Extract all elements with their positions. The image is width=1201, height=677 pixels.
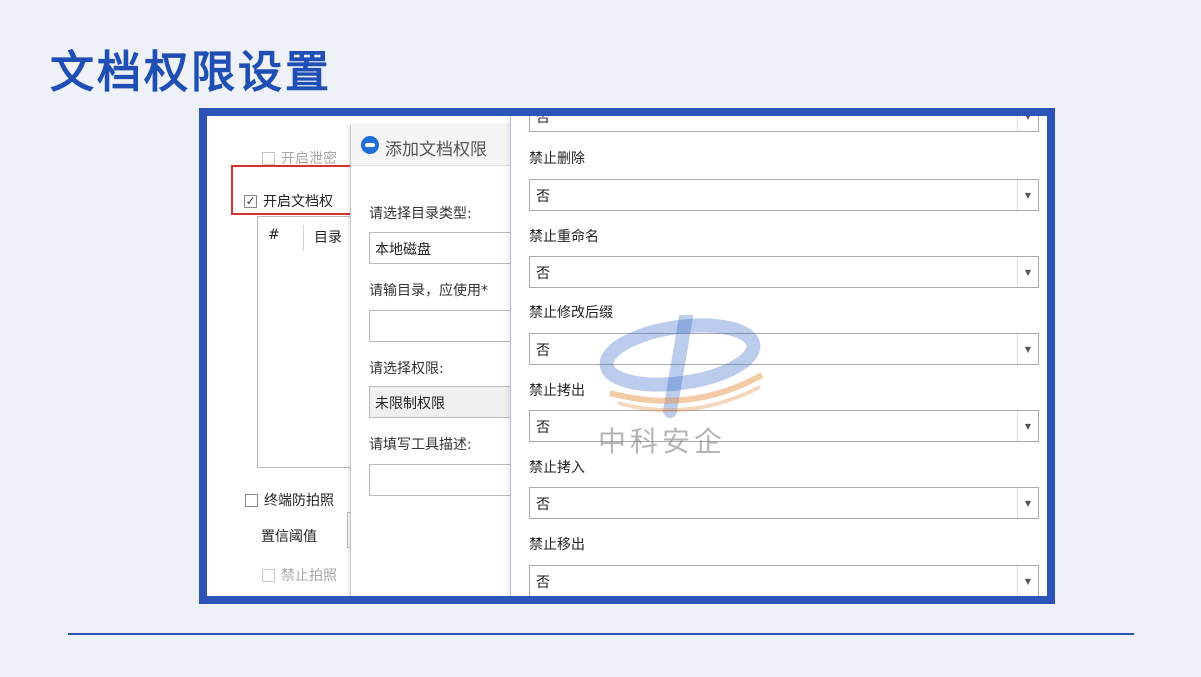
threshold-label: 置信阈值 [261,529,317,545]
forbid-ext-change-select[interactable]: 否 ▼ [529,333,1039,365]
top-select[interactable]: 否 ▼ [529,116,1039,132]
dir-type-select[interactable]: 本地磁盘 [369,232,529,264]
dir-type-label: 请选择目录类型: [369,206,472,222]
dialog-titlebar: 添加文档权限 [351,125,521,166]
forbid-copy-out-label: 禁止拷出 [529,383,585,399]
tool-desc-field[interactable] [369,464,529,496]
highlight-box [231,165,363,215]
tool-desc-label: 请填写工具描述: [369,437,472,453]
forbid-photo-row[interactable]: 禁止拍照 [262,565,337,585]
app-logo-icon [361,136,379,154]
column-header-index: # [268,227,280,243]
forbid-rename-value: 否 [536,266,550,282]
anti-photo-checkbox[interactable] [245,493,258,507]
dialog-title: 添加文档权限 [385,140,487,160]
forbid-delete-label: 禁止删除 [529,151,585,167]
forbid-move-out-select[interactable]: 否 ▼ [529,565,1039,596]
forbid-copy-in-label: 禁止拷入 [529,460,585,476]
slide-title: 文档权限设置 [50,47,332,98]
forbid-copy-out-select[interactable]: 否 ▼ [529,410,1039,442]
forbid-rename-select[interactable]: 否 ▼ [529,256,1039,288]
forbid-move-out-value: 否 [536,575,550,591]
chevron-down-icon[interactable]: ▼ [1017,116,1038,131]
column-divider [303,225,304,251]
top-select-value: 否 [536,116,550,126]
anti-photo-row[interactable]: 终端防拍照 [245,490,334,510]
permission-select[interactable]: 未限制权限 [369,386,529,418]
forbid-photo-checkbox[interactable] [262,568,275,582]
forbid-move-out-label: 禁止移出 [529,537,585,553]
permission-options-panel: 否 ▼ 禁止删除 否 ▼ 禁止重命名 否 ▼ 禁止修改后缀 否 ▼ 禁止拷出 否… [510,116,1047,596]
forbid-delete-value: 否 [536,189,550,205]
chevron-down-icon[interactable]: ▼ [1017,566,1038,596]
forbid-ext-change-label: 禁止修改后缀 [529,305,613,321]
screenshot-content: 开启泄密 ✓ 开启文档权 # 目录 终端防拍照 置信阈值 禁止拍照 添加文档权限… [207,116,1047,596]
chevron-down-icon[interactable]: ▼ [1017,334,1038,364]
forbid-rename-label: 禁止重命名 [529,229,599,245]
forbid-copy-out-value: 否 [536,420,550,436]
dir-input-label: 请输目录，应使用* [369,283,488,299]
column-header-directory: 目录 [314,230,342,246]
dir-input-field[interactable] [369,310,529,342]
chevron-down-icon[interactable]: ▼ [1017,180,1038,210]
screenshot-frame: 开启泄密 ✓ 开启文档权 # 目录 终端防拍照 置信阈值 禁止拍照 添加文档权限… [199,108,1055,604]
chevron-down-icon[interactable]: ▼ [1017,411,1038,441]
leak-prevention-checkbox[interactable] [262,151,275,165]
permission-label: 请选择权限: [369,361,444,377]
forbid-photo-label: 禁止拍照 [281,568,337,584]
anti-photo-label: 终端防拍照 [264,493,334,509]
chevron-down-icon[interactable]: ▼ [1017,257,1038,287]
forbid-copy-in-value: 否 [536,497,550,513]
forbid-ext-change-value: 否 [536,343,550,359]
bottom-divider [68,633,1134,635]
forbid-copy-in-select[interactable]: 否 ▼ [529,487,1039,519]
forbid-delete-select[interactable]: 否 ▼ [529,179,1039,211]
add-doc-permission-dialog: 添加文档权限 请选择目录类型: 本地磁盘 请输目录，应使用* 请选择权限: 未限… [350,125,529,596]
chevron-down-icon[interactable]: ▼ [1017,488,1038,518]
